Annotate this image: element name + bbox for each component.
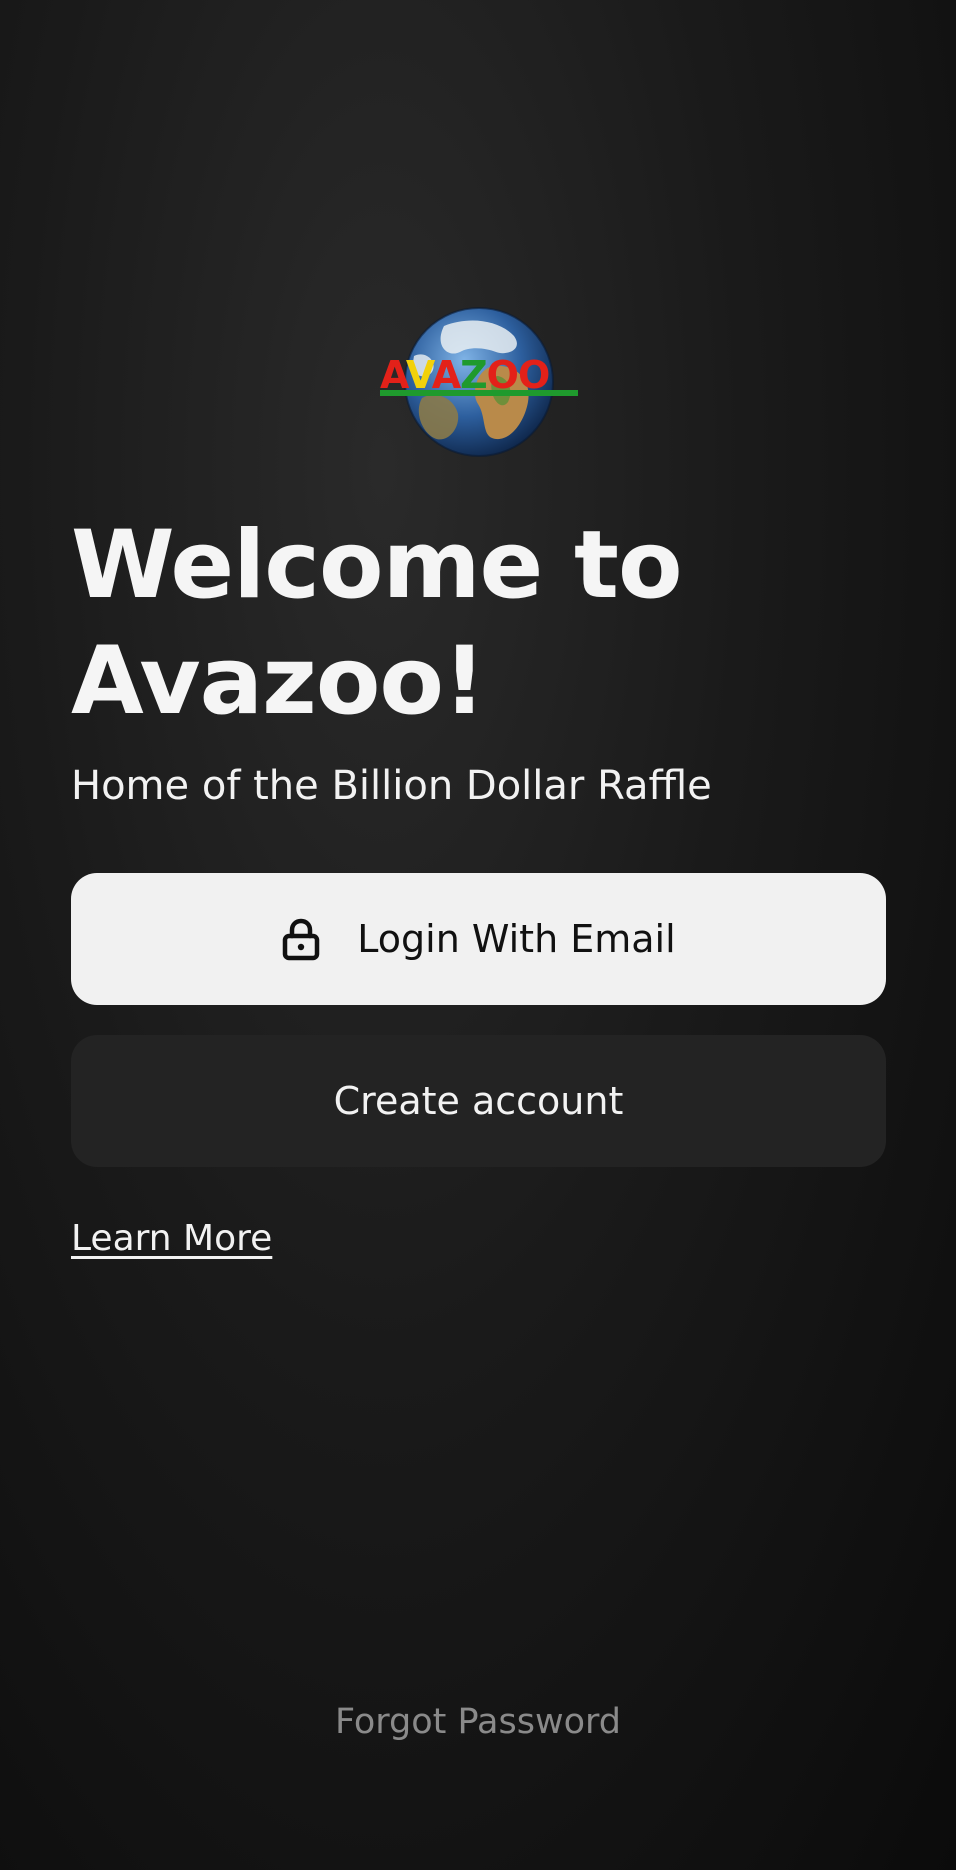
earth-globe-logo-icon: AVAZOO	[380, 307, 578, 457]
login-with-email-button[interactable]: Login With Email	[71, 873, 886, 1005]
welcome-title-line2: Avazoo!	[71, 627, 486, 736]
login-button-label: Login With Email	[357, 917, 676, 961]
lock-icon	[283, 918, 320, 961]
avazoo-logo: AVAZOO	[374, 306, 584, 458]
welcome-title: Welcome to Avazoo!	[71, 508, 891, 740]
learn-more-link[interactable]: Learn More	[71, 1218, 272, 1259]
forgot-password-link[interactable]: Forgot Password	[0, 1702, 956, 1742]
create-account-label: Create account	[333, 1079, 624, 1123]
welcome-title-line1: Welcome to	[71, 511, 683, 620]
tagline: Home of the Billion Dollar Raffle	[71, 763, 712, 809]
create-account-button[interactable]: Create account	[71, 1035, 886, 1167]
svg-text:AVAZOO: AVAZOO	[380, 353, 549, 397]
